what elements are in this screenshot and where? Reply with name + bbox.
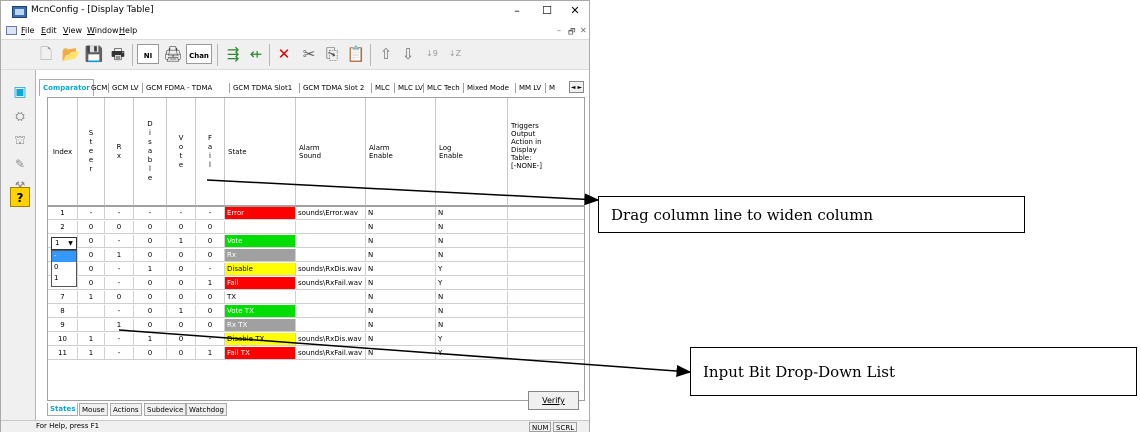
dropdown-callout-arrow <box>118 329 692 377</box>
dropdown-callout: Input Bit Drop-Down List <box>690 347 1137 396</box>
drag-callout-arrow <box>206 179 600 206</box>
drag-column-callout: Drag column line to widen column <box>598 196 1025 233</box>
